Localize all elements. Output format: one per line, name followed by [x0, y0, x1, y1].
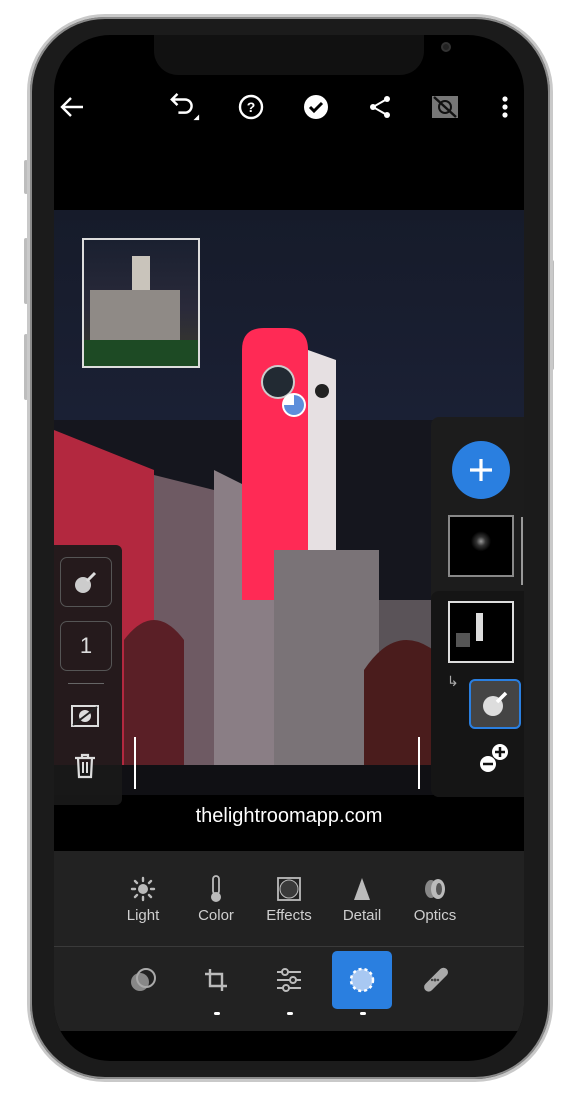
healing-icon[interactable] [399, 951, 472, 1009]
back-arrow-icon[interactable] [56, 91, 88, 123]
masks-panel: ↳ [431, 417, 524, 797]
brush-count-button[interactable]: 1 [60, 621, 112, 671]
thermometer-icon [180, 873, 253, 905]
scrollbar[interactable] [521, 517, 523, 585]
tool-label: Detail [342, 907, 382, 924]
bottom-panel: Light Color Effects Detail Optics [54, 851, 524, 1031]
presets-icon[interactable] [107, 951, 180, 1009]
mask-thumbnail[interactable] [448, 515, 514, 577]
tool-label: Light [126, 907, 160, 924]
before-after-icon[interactable] [429, 91, 461, 123]
color-range-icon[interactable] [469, 679, 521, 729]
vignette-icon [253, 873, 326, 905]
tool-label: Color [198, 907, 234, 924]
tool-light[interactable]: Light [107, 873, 180, 924]
sun-icon [107, 873, 180, 905]
notch [154, 35, 451, 75]
lens-icon [399, 873, 472, 905]
tool-effects[interactable]: Effects [253, 873, 326, 924]
brush-count: 1 [79, 633, 93, 658]
add-mask-icon[interactable] [452, 441, 510, 499]
triangle-icon [326, 873, 399, 905]
color-picker-icon[interactable] [60, 557, 112, 607]
checkmark-icon[interactable] [300, 91, 332, 123]
crop-icon[interactable] [180, 951, 253, 1015]
tool-detail[interactable]: Detail [326, 873, 399, 924]
screen: ? 1 ↳ thelightroomapp.com Light Color Ef… [54, 35, 524, 1061]
mask-thumbnail[interactable] [448, 601, 514, 663]
invert-mask-icon[interactable] [71, 705, 99, 732]
tool-optics[interactable]: Optics [399, 873, 472, 924]
edit-icon[interactable] [253, 951, 326, 1015]
tool-label: Optics [413, 907, 457, 924]
mask-tools-panel: 1 [54, 545, 122, 805]
undo-icon[interactable] [169, 91, 201, 123]
navigator-thumbnail[interactable] [82, 238, 200, 368]
svg-text:?: ? [247, 99, 256, 115]
help-icon[interactable]: ? [235, 91, 267, 123]
add-subtract-icon[interactable] [478, 742, 510, 779]
share-icon[interactable] [364, 91, 396, 123]
phone-frame: ? 1 ↳ thelightroomapp.com Light Color Ef… [27, 14, 553, 1082]
more-icon[interactable] [489, 91, 521, 123]
masking-icon[interactable] [326, 951, 399, 1015]
tool-label: Effects [266, 907, 312, 924]
watermark-text: thelightroomapp.com [195, 805, 383, 827]
sub-mask-arrow-icon: ↳ [447, 673, 459, 689]
tool-color[interactable]: Color [180, 873, 253, 924]
divider [54, 946, 524, 947]
trash-icon[interactable] [73, 753, 97, 784]
